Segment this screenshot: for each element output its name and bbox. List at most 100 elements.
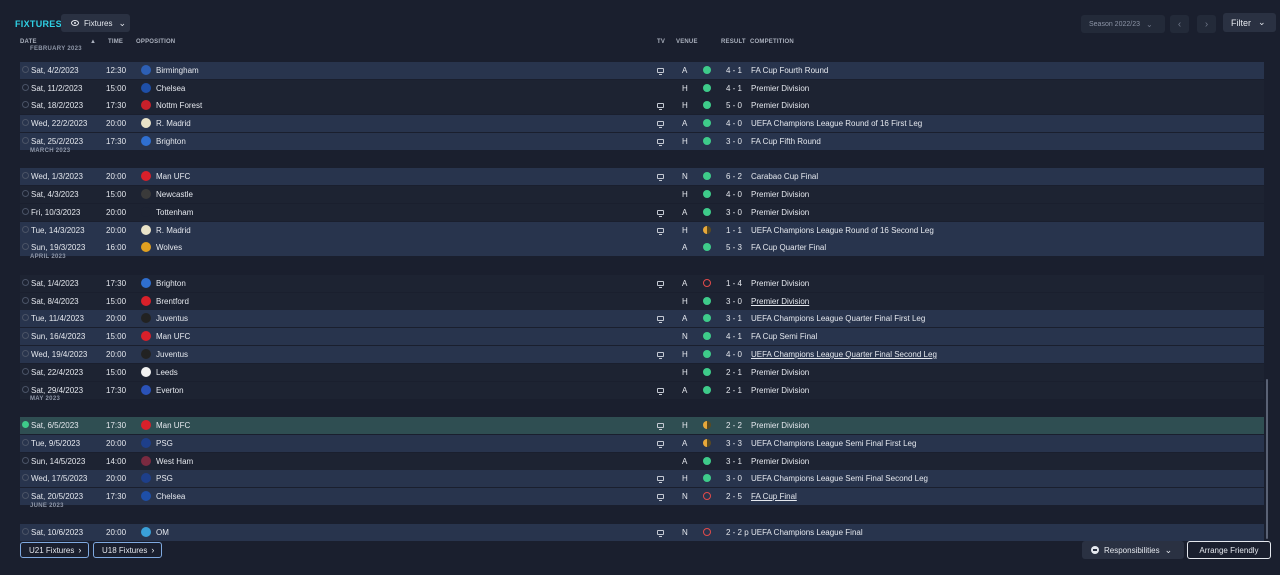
table-row[interactable]: Sat, 22/4/2023 15:00 Leeds H 2 - 1 Premier Di…: [20, 364, 1264, 381]
row-select-radio[interactable]: [22, 279, 29, 286]
fixture-score[interactable]: 4 - 1: [726, 84, 742, 93]
competition-link[interactable]: Premier Division: [751, 368, 809, 377]
table-row[interactable]: Tue, 11/4/2023 20:00 Juventus A 3 - 1 UEFA Ch…: [20, 310, 1264, 327]
opposition-link[interactable]: OM: [156, 528, 169, 537]
fixture-score[interactable]: 4 - 0: [726, 119, 742, 128]
opposition-link[interactable]: Juventus: [156, 314, 188, 323]
fixture-score[interactable]: 3 - 0: [726, 297, 742, 306]
competition-link[interactable]: UEFA Champions League Round of 16 Second…: [751, 226, 934, 235]
table-row[interactable]: Tue, 14/3/2023 20:00 R. Madrid H 1 - 1 UEFA C…: [20, 222, 1264, 239]
table-row[interactable]: Sat, 18/2/2023 17:30 Nottm Forest H 5 - 0 Pre…: [20, 97, 1264, 114]
competition-link[interactable]: Premier Division: [751, 84, 809, 93]
row-select-radio[interactable]: [22, 439, 29, 446]
responsibilities-button[interactable]: Responsibilities ⌄: [1082, 541, 1184, 559]
opposition-link[interactable]: Brighton: [156, 279, 186, 288]
opposition-link[interactable]: R. Madrid: [156, 226, 191, 235]
row-select-radio[interactable]: [22, 457, 29, 464]
competition-link[interactable]: FA Cup Fourth Round: [751, 66, 828, 75]
competition-link[interactable]: Premier Division: [751, 297, 809, 306]
fixture-score[interactable]: 3 - 0: [726, 474, 742, 483]
row-select-radio[interactable]: [22, 190, 29, 197]
opposition-link[interactable]: Nottm Forest: [156, 101, 202, 110]
fixture-score[interactable]: 4 - 1: [726, 332, 742, 341]
table-row[interactable]: Wed, 22/2/2023 20:00 R. Madrid A 4 - 0 UEFA C…: [20, 115, 1264, 132]
opposition-link[interactable]: Tottenham: [156, 208, 193, 217]
competition-link[interactable]: UEFA Champions League Semi Final Second …: [751, 474, 928, 483]
fixture-score[interactable]: 3 - 3: [726, 439, 742, 448]
u21-fixtures-button[interactable]: U21 Fixtures ›: [20, 542, 89, 558]
competition-link[interactable]: Premier Division: [751, 457, 809, 466]
previous-button[interactable]: ‹: [1170, 15, 1189, 33]
competition-link[interactable]: Premier Division: [751, 190, 809, 199]
season-selector[interactable]: Season 2022/23 ⌄: [1081, 15, 1165, 33]
row-select-radio[interactable]: [22, 297, 29, 304]
competition-link[interactable]: UEFA Champions League Quarter Final Firs…: [751, 314, 925, 323]
row-select-radio[interactable]: [22, 421, 29, 428]
row-select-radio[interactable]: [22, 84, 29, 91]
u18-fixtures-button[interactable]: U18 Fixtures ›: [93, 542, 162, 558]
table-row[interactable]: Sat, 6/5/2023 17:30 Man UFC H 2 - 2 Premier D…: [20, 417, 1264, 434]
row-select-radio[interactable]: [22, 101, 29, 108]
arrange-friendly-button[interactable]: Arrange Friendly: [1187, 541, 1271, 559]
table-row[interactable]: Sat, 1/4/2023 17:30 Brighton A 1 - 4 Premier …: [20, 275, 1264, 292]
competition-link[interactable]: Premier Division: [751, 421, 809, 430]
opposition-link[interactable]: R. Madrid: [156, 119, 191, 128]
competition-link[interactable]: FA Cup Semi Final: [751, 332, 817, 341]
table-row[interactable]: Wed, 1/3/2023 20:00 Man UFC N 6 - 2 Carabao C…: [20, 168, 1264, 185]
row-select-radio[interactable]: [22, 528, 29, 535]
row-select-radio[interactable]: [22, 314, 29, 321]
row-select-radio[interactable]: [22, 332, 29, 339]
opposition-link[interactable]: Leeds: [156, 368, 178, 377]
competition-link[interactable]: UEFA Champions League Final: [751, 528, 863, 537]
scrollbar[interactable]: [1266, 379, 1268, 539]
table-row[interactable]: Sun, 14/5/2023 14:00 West Ham A 3 - 1 Premier…: [20, 453, 1264, 470]
competition-link[interactable]: Carabao Cup Final: [751, 172, 818, 181]
table-row[interactable]: Sun, 16/4/2023 15:00 Man UFC N 4 - 1 FA Cup S…: [20, 328, 1264, 345]
opposition-link[interactable]: Birmingham: [156, 66, 199, 75]
opposition-link[interactable]: West Ham: [156, 457, 193, 466]
table-row[interactable]: Wed, 19/4/2023 20:00 Juventus H 4 - 0 UEFA Ch…: [20, 346, 1264, 363]
opposition-link[interactable]: Chelsea: [156, 84, 185, 93]
table-row[interactable]: Wed, 17/5/2023 20:00 PSG H 3 - 0 UEFA Champio…: [20, 470, 1264, 487]
opposition-link[interactable]: Newcastle: [156, 190, 193, 199]
fixture-score[interactable]: 2 - 2 p: [726, 528, 749, 537]
row-select-radio[interactable]: [22, 66, 29, 73]
fixture-score[interactable]: 3 - 1: [726, 457, 742, 466]
opposition-link[interactable]: Man UFC: [156, 332, 190, 341]
fixture-score[interactable]: 3 - 1: [726, 314, 742, 323]
competition-link[interactable]: UEFA Champions League Round of 16 First …: [751, 119, 922, 128]
fixture-score[interactable]: 1 - 4: [726, 279, 742, 288]
fixture-score[interactable]: 4 - 0: [726, 350, 742, 359]
fixture-score[interactable]: 2 - 2: [726, 421, 742, 430]
row-select-radio[interactable]: [22, 172, 29, 179]
opposition-link[interactable]: Man UFC: [156, 172, 190, 181]
row-select-radio[interactable]: [22, 350, 29, 357]
opposition-link[interactable]: Man UFC: [156, 421, 190, 430]
table-row[interactable]: Sat, 4/2/2023 12:30 Birmingham A 4 - 1 FA Cup…: [20, 62, 1264, 79]
opposition-link[interactable]: PSG: [156, 474, 173, 483]
fixture-score[interactable]: 3 - 0: [726, 208, 742, 217]
competition-link[interactable]: UEFA Champions League Quarter Final Seco…: [751, 350, 937, 359]
competition-link[interactable]: Premier Division: [751, 279, 809, 288]
row-select-radio[interactable]: [22, 119, 29, 126]
row-select-radio[interactable]: [22, 208, 29, 215]
table-row[interactable]: Sat, 10/6/2023 20:00 OM N 2 - 2 p UEFA Champi…: [20, 524, 1264, 541]
row-select-radio[interactable]: [22, 474, 29, 481]
fixture-score[interactable]: 2 - 1: [726, 368, 742, 377]
competition-link[interactable]: UEFA Champions League Semi Final First L…: [751, 439, 916, 448]
opposition-link[interactable]: PSG: [156, 439, 173, 448]
fixture-score[interactable]: 4 - 1: [726, 66, 742, 75]
row-select-radio[interactable]: [22, 368, 29, 375]
table-row[interactable]: Sat, 4/3/2023 15:00 Newcastle H 4 - 0 Premier…: [20, 186, 1264, 203]
competition-link[interactable]: Premier Division: [751, 208, 809, 217]
competition-link[interactable]: Premier Division: [751, 101, 809, 110]
opposition-link[interactable]: Juventus: [156, 350, 188, 359]
next-button[interactable]: ›: [1197, 15, 1216, 33]
opposition-link[interactable]: Brentford: [156, 297, 189, 306]
table-row[interactable]: Fri, 10/3/2023 20:00 Tottenham A 3 - 0 Premie…: [20, 204, 1264, 221]
fixture-score[interactable]: 5 - 0: [726, 101, 742, 110]
fixture-score[interactable]: 4 - 0: [726, 190, 742, 199]
filter-button[interactable]: Filter ⌄: [1223, 13, 1276, 32]
table-row[interactable]: Sat, 8/4/2023 15:00 Brentford H 3 - 0 Premier…: [20, 293, 1264, 310]
fixture-score[interactable]: 1 - 1: [726, 226, 742, 235]
